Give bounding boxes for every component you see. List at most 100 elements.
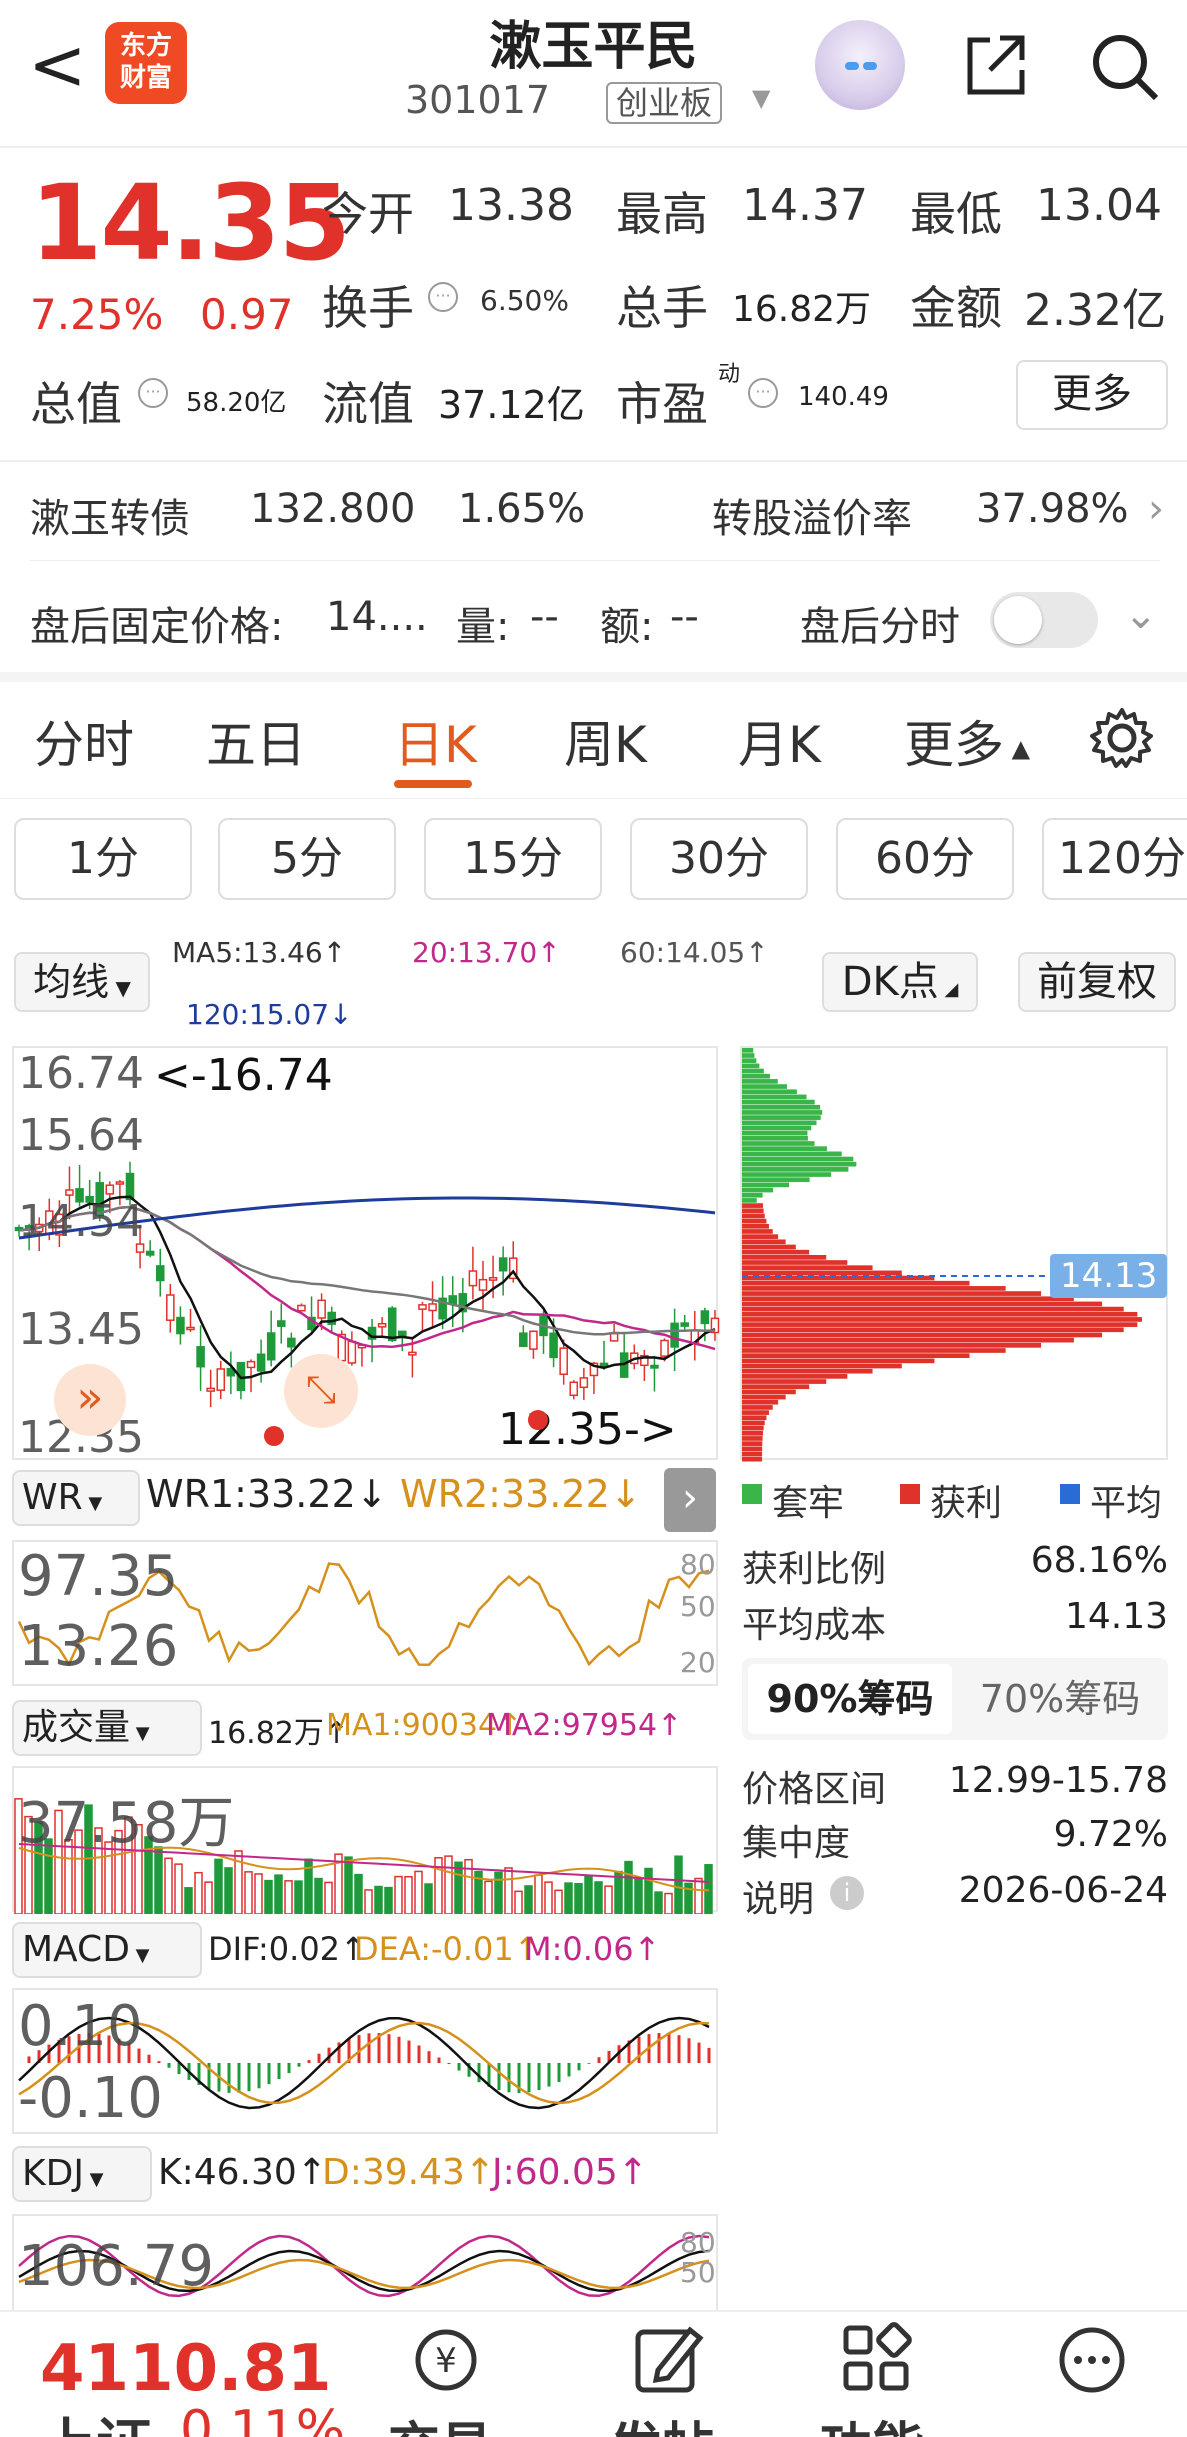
more-button[interactable]: 更多: [1016, 360, 1168, 430]
gear-icon[interactable]: [1088, 704, 1156, 772]
index-value[interactable]: 4110.81: [40, 2332, 332, 2406]
vol-chart[interactable]: 37.58万: [12, 1766, 718, 1914]
post-label[interactable]: 发帖: [610, 2405, 714, 2437]
ma5-value: MA5:13.46↑: [172, 936, 347, 969]
volume-bar: [644, 1867, 653, 1914]
chip-bar-trapped: [742, 1089, 797, 1095]
after-intraday-toggle[interactable]: [990, 592, 1098, 648]
info-icon[interactable]: ···: [138, 378, 168, 408]
chip-distribution-chart[interactable]: 14.13: [740, 1046, 1170, 1462]
period-5min[interactable]: 5分: [218, 818, 396, 900]
chip-bar-trapped: [742, 1187, 774, 1193]
ma120-value: 120:15.07↓: [186, 998, 353, 1031]
after-vol-value: --: [530, 594, 559, 640]
chip-bar-profit: [742, 1275, 935, 1281]
apps-icon[interactable]: [838, 2320, 918, 2400]
chip-bar-trapped: [742, 1130, 808, 1136]
profit-ratio-value: 68.16%: [1030, 1540, 1168, 1581]
tab-monthly-k[interactable]: 月K: [738, 705, 821, 777]
kline-chart[interactable]: 16.74 15.64 14.54 13.45 12.35 <-16.74 12…: [12, 1046, 720, 1463]
wr-selector[interactable]: WR ▼: [12, 1470, 140, 1526]
chip-bar-trapped: [742, 1079, 778, 1084]
vol-name: 成交量: [22, 1707, 131, 1748]
dk-point-label: DK点: [841, 959, 939, 1005]
info-icon[interactable]: ···: [428, 282, 458, 312]
fullscreen-icon[interactable]: ⤡: [284, 1354, 358, 1428]
period-15min[interactable]: 15分: [424, 818, 602, 900]
divider: [0, 672, 1187, 682]
board-badge[interactable]: 创业板: [606, 82, 723, 124]
volume-bar: [554, 1889, 563, 1914]
chip-bar-profit: [742, 1218, 767, 1224]
volume-bar: [324, 1881, 333, 1914]
info-icon[interactable]: i: [830, 1876, 864, 1910]
volume-bar: [194, 1871, 203, 1914]
candle-body: [196, 1346, 205, 1368]
trade-label[interactable]: 交易: [388, 2405, 492, 2437]
fixed-price-label: 盘后固定价格:: [30, 604, 284, 650]
premium-label: 转股溢价率: [712, 496, 912, 542]
chevron-right-icon[interactable]: ›: [664, 1468, 716, 1532]
kdj-chart[interactable]: 106.79 80 50: [12, 2214, 718, 2310]
macd-chart[interactable]: 0.10 -0.10: [12, 1988, 718, 2134]
candle-body: [206, 1387, 215, 1392]
info-icon[interactable]: ···: [748, 378, 778, 408]
kline-axis-4: 13.45: [18, 1304, 144, 1355]
divider: [0, 798, 1187, 799]
wr-chart[interactable]: 97.35 13.26 80 50 20: [12, 1540, 718, 1686]
signal-dot: [264, 1426, 284, 1446]
vol-selector[interactable]: 成交量 ▼: [12, 1700, 202, 1756]
more-icon[interactable]: [1052, 2320, 1132, 2400]
period-60min[interactable]: 60分: [836, 818, 1014, 900]
search-icon[interactable]: [1088, 30, 1160, 102]
kdj-selector[interactable]: KDJ ▼: [12, 2146, 152, 2202]
func-label[interactable]: 功能: [820, 2405, 924, 2437]
chip-bar-profit: [742, 1280, 970, 1286]
after-amt-value: --: [670, 594, 699, 640]
chevron-down-icon[interactable]: ⌄: [1124, 592, 1158, 638]
wr-axis-bottom: 13.26: [18, 1614, 179, 1679]
chip-bar-trapped: [742, 1115, 821, 1120]
chevron-down-icon[interactable]: ▼: [752, 84, 770, 112]
amount-label: 金额: [910, 281, 1002, 335]
change-amount: 0.97: [200, 290, 294, 339]
chip-bar-profit: [742, 1291, 1042, 1296]
volume-bar: [204, 1881, 213, 1914]
bond-name[interactable]: 漱玉转债: [30, 486, 190, 544]
share-icon[interactable]: [960, 30, 1030, 100]
dk-point-button[interactable]: DK点 ◢: [822, 952, 978, 1012]
chevron-right-icon[interactable]: ›: [1148, 486, 1164, 532]
after-amt-label: 额:: [600, 604, 654, 650]
chip-bar-profit: [742, 1208, 764, 1214]
volume-bar: [694, 1877, 703, 1914]
tab-daily-k[interactable]: 日K: [394, 705, 477, 777]
chip-bar-profit: [742, 1249, 810, 1255]
edit-icon[interactable]: [628, 2320, 708, 2400]
divider: [0, 146, 1187, 148]
chip-bar-profit: [742, 1301, 1103, 1307]
period-120min[interactable]: 120分: [1042, 818, 1187, 900]
adjust-button[interactable]: 前复权: [1018, 952, 1176, 1012]
volume-bar: [174, 1863, 183, 1914]
volume-bar: [164, 1857, 173, 1914]
tab-weekly-k[interactable]: 周K: [564, 705, 647, 777]
chip-bar-trapped: [742, 1135, 808, 1141]
macd-selector[interactable]: MACD ▼: [12, 1922, 202, 1978]
robot-assistant-icon[interactable]: [815, 20, 905, 110]
volume-bar: [314, 1877, 323, 1914]
tab-five-day[interactable]: 五日: [206, 705, 306, 777]
tab-intraday[interactable]: 分时: [34, 705, 134, 777]
tab-chip-90[interactable]: 90%筹码: [748, 1664, 952, 1734]
expand-icon[interactable]: »: [54, 1364, 126, 1436]
period-30min[interactable]: 30分: [630, 818, 808, 900]
volume-bar: [604, 1885, 613, 1914]
tab-more[interactable]: 更多 ▲: [904, 705, 1030, 777]
legend-trapped: 套牢: [772, 1483, 845, 1524]
chip-bar-profit: [742, 1379, 827, 1384]
trade-icon[interactable]: ¥: [406, 2320, 486, 2400]
tab-chip-70[interactable]: 70%筹码: [958, 1664, 1162, 1734]
chip-bar-profit: [742, 1306, 1124, 1312]
period-1min[interactable]: 1分: [14, 818, 192, 900]
ma-selector[interactable]: 均线 ▼: [14, 952, 150, 1012]
macd-m: M:0.06↑: [524, 1930, 661, 1968]
